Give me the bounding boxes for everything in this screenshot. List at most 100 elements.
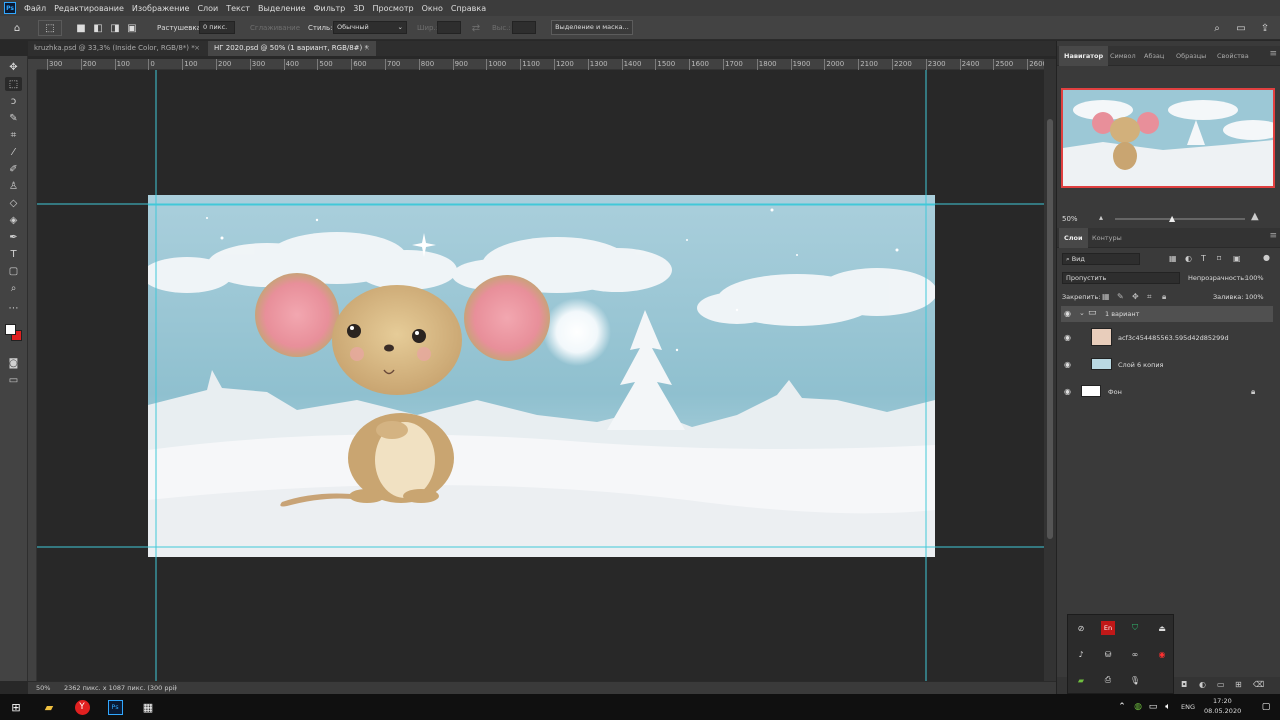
shape-tool-icon[interactable]: ▢ xyxy=(5,264,22,278)
search-icon[interactable]: ⌕ xyxy=(1210,20,1224,36)
speaker-icon[interactable]: ♪ xyxy=(1074,647,1088,661)
style-select[interactable]: Обычный ⌄ xyxy=(333,21,407,34)
menu-help[interactable]: Справка xyxy=(447,4,490,13)
menu-image[interactable]: Изображение xyxy=(128,4,194,13)
quick-select-tool-icon[interactable]: ✎ xyxy=(5,111,22,125)
close-icon[interactable]: × xyxy=(364,41,370,56)
paint-bucket-tool-icon[interactable]: ◈ xyxy=(5,213,22,227)
tab-kruzhka[interactable]: kruzhka.psd @ 33,3% (Inside Color, RGB/8… xyxy=(28,41,206,56)
record-icon[interactable]: ◉ xyxy=(1155,647,1169,661)
canvas-area[interactable] xyxy=(37,70,1044,682)
tab-swatches[interactable]: Образцы xyxy=(1171,46,1211,66)
windows-start-icon[interactable]: ⊞ xyxy=(6,697,26,717)
zoom-tool-icon[interactable]: ⌕ xyxy=(5,281,22,295)
filter-smart-object-icon[interactable]: ▣ xyxy=(1233,254,1241,263)
eraser-tool-icon[interactable]: ◇ xyxy=(5,196,22,210)
intersect-selection-icon[interactable]: ▣ xyxy=(125,20,139,36)
explorer-icon[interactable]: ▰ xyxy=(39,697,59,717)
workspace-icon[interactable]: ▭ xyxy=(1232,20,1250,36)
filter-adjustment-icon[interactable]: ◐ xyxy=(1185,254,1192,263)
pen-tool-icon[interactable]: ✒ xyxy=(5,230,22,244)
lock-transparent-icon[interactable]: ▦ xyxy=(1102,292,1110,301)
eye-icon[interactable]: ◉ xyxy=(1064,360,1071,369)
marquee-preset-icon[interactable]: ⬚ xyxy=(38,20,62,36)
zoom-slider-track[interactable] xyxy=(1115,218,1245,220)
layer-row-background[interactable]: ◉ Фон 🔒︎ xyxy=(1061,379,1273,405)
foreground-color-swatch[interactable] xyxy=(5,324,16,335)
width-input[interactable] xyxy=(437,21,461,34)
screen-mode-icon[interactable]: ▭ xyxy=(5,373,22,387)
status-zoom[interactable]: 50% xyxy=(36,684,50,692)
new-layer-icon[interactable]: ⊞ xyxy=(1235,680,1242,689)
tab-character[interactable]: Символ xyxy=(1105,46,1141,66)
menu-type[interactable]: Текст xyxy=(222,4,254,13)
eye-icon[interactable]: ◉ xyxy=(1064,387,1071,396)
adjustment-layer-icon[interactable]: ◐ xyxy=(1199,680,1206,689)
blend-mode-select[interactable]: Пропустить xyxy=(1062,272,1180,284)
tab-paths[interactable]: Контуры xyxy=(1087,228,1127,248)
brush-tool-icon[interactable]: ✐ xyxy=(5,162,22,176)
lock-position-icon[interactable]: ✥ xyxy=(1132,292,1139,301)
chevron-right-icon[interactable]: › xyxy=(174,684,177,692)
marquee-tool-icon[interactable]: ⬚ xyxy=(5,77,22,91)
scrollbar-thumb[interactable] xyxy=(1047,119,1053,539)
navigator-zoom-value[interactable]: 50% xyxy=(1062,215,1078,223)
home-icon[interactable]: ⌂ xyxy=(8,20,26,36)
new-group-icon[interactable]: ▭ xyxy=(1217,680,1225,689)
tab-paragraph[interactable]: Абзац xyxy=(1139,46,1169,66)
filter-type-icon[interactable]: T xyxy=(1201,254,1206,263)
network-off-icon[interactable]: ⊘ xyxy=(1074,621,1088,635)
lasso-tool-icon[interactable]: ↄ xyxy=(5,94,22,108)
zoom-in-icon[interactable]: ▲ xyxy=(1251,211,1259,222)
layer-row-group[interactable]: ◉ ⌄ ▭ 1 вариант xyxy=(1061,306,1273,322)
fill-value[interactable]: 100% xyxy=(1245,293,1264,301)
lock-all-icon[interactable]: 🔒︎ xyxy=(1162,292,1166,302)
layer-row-copy[interactable]: ◉ Слой 6 копия xyxy=(1061,352,1273,378)
volume-icon[interactable]: 🔈︎ xyxy=(1158,697,1178,717)
crop-tool-icon[interactable]: ⌗ xyxy=(5,128,22,142)
calculator-icon[interactable]: ▦ xyxy=(138,697,158,717)
tray-date[interactable]: 08.05.2020 xyxy=(1204,707,1241,715)
shield-icon[interactable]: ⛉ xyxy=(1128,621,1142,635)
tab-ng2020[interactable]: НГ 2020.psd @ 50% (1 вариант, RGB/8#) * … xyxy=(208,41,376,56)
microphone-icon[interactable]: 🎙︎ xyxy=(1128,673,1142,687)
opacity-value[interactable]: 100% xyxy=(1245,274,1264,282)
usb-icon[interactable]: ⏏ xyxy=(1155,621,1169,635)
link-icon[interactable]: ∞ xyxy=(1128,647,1142,661)
printer-icon[interactable]: ⎙ xyxy=(1101,673,1115,687)
chevron-down-icon[interactable]: ⌄ xyxy=(1079,309,1085,317)
panel-menu-icon[interactable]: ≡ xyxy=(1269,49,1277,59)
menu-layers[interactable]: Слои xyxy=(193,4,222,13)
feather-input[interactable]: 0 пикс. xyxy=(199,21,235,34)
menu-window[interactable]: Окно xyxy=(418,4,447,13)
notifications-icon[interactable]: ▢ xyxy=(1256,697,1276,717)
add-mask-icon[interactable]: ◘ xyxy=(1181,680,1187,689)
lock-pixels-icon[interactable]: ✎ xyxy=(1117,292,1124,301)
menu-edit[interactable]: Редактирование xyxy=(50,4,128,13)
horizontal-ruler[interactable]: 300 200 100 0 100 200 300 400 500 600 700 800 900 100… xyxy=(37,59,1047,70)
eyedropper-tool-icon[interactable]: ⁄ xyxy=(5,145,22,159)
subtract-selection-icon[interactable]: ◨ xyxy=(108,20,122,36)
select-and-mask-button[interactable]: Выделение и маска... xyxy=(551,20,633,35)
vertical-ruler[interactable] xyxy=(28,70,37,682)
antialias-checkbox-label[interactable]: Сглаживание xyxy=(250,24,300,32)
yandex-browser-icon[interactable]: Y xyxy=(72,697,92,717)
stamp-tool-icon[interactable]: ♙ xyxy=(5,179,22,193)
color-swatches[interactable] xyxy=(4,321,24,345)
zoom-slider-handle[interactable]: ▲ xyxy=(1169,214,1175,223)
height-input[interactable] xyxy=(512,21,536,34)
tab-layers[interactable]: Слои xyxy=(1059,228,1088,248)
filter-shape-icon[interactable]: ⌑ xyxy=(1217,254,1221,263)
tab-navigator[interactable]: Навигатор xyxy=(1059,46,1109,66)
more-tools-icon[interactable]: ⋯ xyxy=(5,301,22,315)
zoom-out-icon[interactable]: ▴ xyxy=(1099,213,1103,222)
eye-icon[interactable]: ◉ xyxy=(1064,309,1071,318)
share-icon[interactable]: ⇪ xyxy=(1258,20,1272,36)
menu-3d[interactable]: 3D xyxy=(349,4,368,13)
panel-menu-icon[interactable]: ≡ xyxy=(1269,231,1277,241)
photoshop-taskbar-icon[interactable]: Ps xyxy=(105,697,125,717)
disk-icon[interactable]: ⛁ xyxy=(1101,647,1115,661)
quick-mask-icon[interactable]: ◙ xyxy=(5,356,22,370)
filter-toggle-icon[interactable]: ● xyxy=(1263,253,1270,262)
navigator-thumbnail[interactable] xyxy=(1061,88,1275,188)
